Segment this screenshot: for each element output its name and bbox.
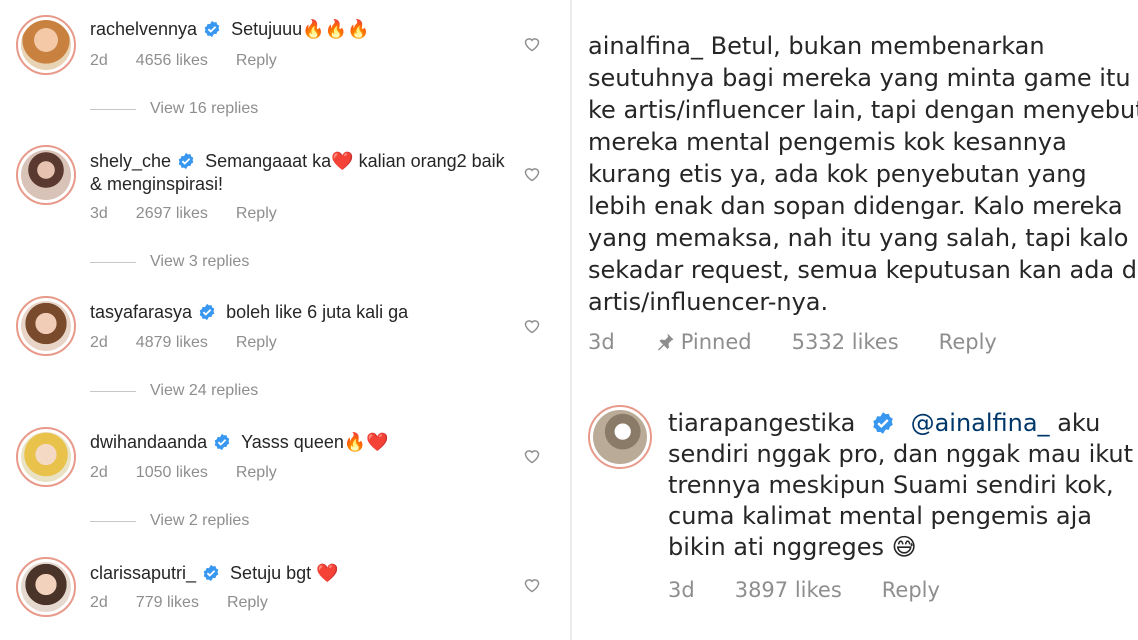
comment-age: 3d (588, 330, 615, 354)
comment-age: 3d (90, 205, 108, 222)
pinned-label: Pinned (680, 330, 752, 354)
comment-age: 2d (90, 464, 108, 481)
avatar[interactable] (16, 145, 76, 205)
divider-line (90, 390, 136, 392)
heart-icon[interactable] (523, 318, 541, 334)
reply-button[interactable]: Reply (227, 594, 268, 611)
reply-comment-meta: 3d 3897 likes Reply (668, 578, 980, 602)
avatar[interactable] (16, 427, 76, 487)
comment-age: 2d (90, 594, 108, 611)
heart-icon[interactable] (523, 577, 541, 593)
verified-badge-icon (873, 412, 893, 434)
comment-username[interactable]: tiarapangestika (668, 409, 855, 437)
view-replies-button[interactable]: View 24 replies (90, 382, 258, 400)
comment-meta: 2d 4656 likes Reply (90, 52, 305, 70)
avatar[interactable] (588, 405, 652, 469)
verified-badge-icon (199, 303, 215, 321)
view-replies-button[interactable]: View 3 replies (90, 253, 249, 271)
avatar[interactable] (16, 296, 76, 356)
comment-text: boleh like 6 juta kali ga (226, 302, 409, 322)
comment-body: tasyafarasya boleh like 6 juta kali ga (90, 301, 510, 324)
comment-meta: 2d 779 likes Reply (90, 594, 296, 612)
comment-username[interactable]: clarissaputri_ (90, 563, 196, 583)
comment-likes[interactable]: 5332 likes (792, 330, 899, 354)
view-replies-label: View 16 replies (150, 100, 259, 117)
mention-link[interactable]: @ainalfina_ (911, 409, 1050, 437)
view-replies-label: View 2 replies (150, 512, 250, 529)
comment-meta: 2d 1050 likes Reply (90, 464, 305, 482)
comments-panel-left: rachelvennya Setujuuu🔥🔥🔥 2d 4656 likes Repl… (0, 0, 570, 640)
comment-likes[interactable]: 2697 likes (136, 205, 208, 222)
comment-username[interactable]: rachelvennya (90, 19, 197, 39)
comment-likes[interactable]: 4656 likes (136, 52, 208, 69)
avatar[interactable] (16, 557, 76, 617)
comment-body: clarissaputri_ Setuju bgt ❤️ (90, 562, 510, 585)
comment-likes[interactable]: 3897 likes (735, 578, 842, 602)
comment-age: 2d (90, 52, 108, 69)
view-replies-label: View 24 replies (150, 382, 259, 399)
comment-body: rachelvennya Setujuuu🔥🔥🔥 (90, 18, 510, 41)
comment-likes[interactable]: 1050 likes (136, 464, 208, 481)
comment-text: Setuju bgt ❤️ (230, 563, 339, 583)
pinned-comment-meta: 3d Pinned 5332 likes Reply (588, 330, 1037, 354)
pin-icon (657, 333, 674, 351)
comment-meta: 3d 2697 likes Reply (90, 205, 305, 223)
comment-text: Yasss queen🔥❤️ (241, 432, 389, 452)
divider-line (90, 108, 136, 110)
reply-button[interactable]: Reply (236, 334, 277, 351)
view-replies-label: View 3 replies (150, 253, 250, 270)
comment-text: Betul, bukan membenarkan seutuhnya bagi … (588, 32, 1138, 316)
comment-username[interactable]: shely_che (90, 151, 171, 171)
pinned-comment-body: ainalfina_ Betul, bukan membenarkan seut… (588, 30, 1138, 318)
comment-age: 3d (668, 578, 695, 602)
heart-icon[interactable] (523, 36, 541, 52)
divider-line (90, 261, 136, 263)
comment-meta: 2d 4879 likes Reply (90, 334, 305, 352)
verified-badge-icon (203, 564, 219, 582)
comment-likes[interactable]: 4879 likes (136, 334, 208, 351)
comment-age: 2d (90, 334, 108, 351)
view-replies-button[interactable]: View 2 replies (90, 512, 249, 530)
heart-icon[interactable] (523, 166, 541, 182)
comment-text: Setujuuu🔥🔥🔥 (231, 19, 370, 39)
comment-username[interactable]: tasyafarasya (90, 302, 192, 322)
verified-badge-icon (214, 433, 230, 451)
reply-comment-body: tiarapangestika @ainalfina_ aku sendiri … (668, 408, 1136, 563)
verified-badge-icon (204, 20, 220, 38)
pinned-badge: Pinned (655, 330, 752, 354)
divider-line (90, 520, 136, 522)
heart-icon[interactable] (523, 448, 541, 464)
comment-body: shely_che Semangaaat ka❤️ kalian orang2 b… (90, 150, 510, 196)
comment-body: dwihandaanda Yasss queen🔥❤️ (90, 431, 510, 454)
view-replies-button[interactable]: View 16 replies (90, 100, 258, 118)
comment-likes[interactable]: 779 likes (136, 594, 199, 611)
reply-button[interactable]: Reply (236, 464, 277, 481)
reply-button[interactable]: Reply (882, 578, 940, 602)
comments-panel-right: ainalfina_ Betul, bukan membenarkan seut… (572, 0, 1138, 640)
reply-button[interactable]: Reply (236, 52, 277, 69)
verified-badge-icon (178, 152, 194, 170)
comment-username[interactable]: dwihandaanda (90, 432, 207, 452)
avatar[interactable] (16, 15, 76, 75)
reply-button[interactable]: Reply (236, 205, 277, 222)
comment-username[interactable]: ainalfina_ (588, 32, 703, 60)
reply-button[interactable]: Reply (939, 330, 997, 354)
